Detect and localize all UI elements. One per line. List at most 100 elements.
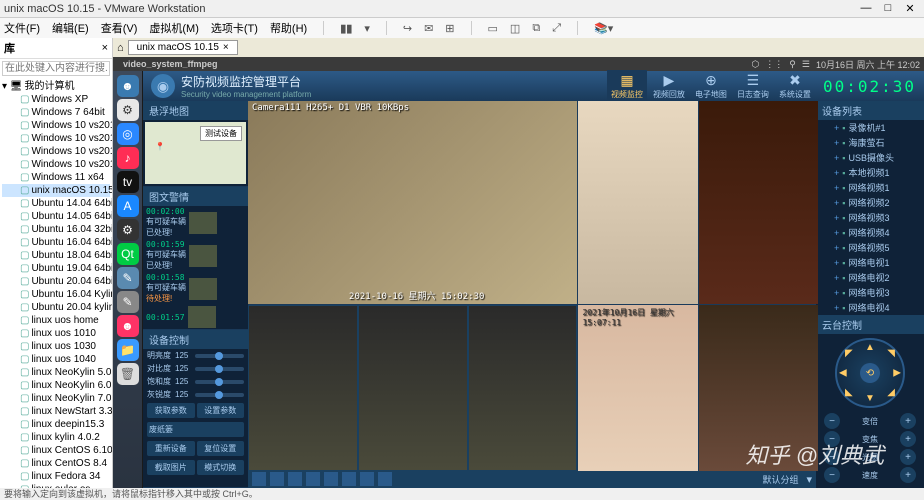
device-item[interactable]: +▪ 网络视频5	[816, 240, 924, 255]
alert-item[interactable]: 00:02:00有可疑车辆已处理!	[143, 206, 248, 239]
tab-close-icon[interactable]: ×	[223, 42, 229, 53]
mac-control-icon[interactable]: ☰	[802, 59, 810, 70]
mac-search-icon[interactable]: ⚲	[789, 59, 796, 70]
minimize-button[interactable]: —	[856, 2, 876, 15]
vm-tree-item[interactable]: ▢ Ubuntu 16.04 64bit	[2, 236, 110, 249]
nav-日志查询[interactable]: ☰日志查询	[733, 70, 773, 102]
nav-系统设置[interactable]: ✖系统设置	[775, 70, 815, 102]
device-item[interactable]: +▪ 海康萤石	[816, 135, 924, 150]
menu-help[interactable]: 帮助(H)	[270, 20, 307, 36]
maximize-button[interactable]: □	[878, 2, 898, 15]
dock-app-icon[interactable]: ✎	[117, 291, 139, 313]
mac-wifi-icon[interactable]: ⋮⋮	[765, 59, 783, 70]
vm-tree-item[interactable]: ▢ Windows 11 x64	[2, 171, 110, 184]
vm-tree-item[interactable]: ▢ linux NewStart 3.3	[2, 405, 110, 418]
toolbar-group[interactable]: 默认分组	[762, 473, 798, 486]
video-cell-3[interactable]	[699, 101, 818, 304]
menu-file[interactable]: 文件(F)	[4, 20, 40, 36]
reset-settings-button[interactable]: 复位设置	[197, 441, 245, 456]
dock-sysprefs-icon[interactable]: ⚙	[117, 219, 139, 241]
dock-folder-icon[interactable]: 📁	[117, 339, 139, 361]
vm-tree-item[interactable]: ▢ Ubuntu 16.04 32bit	[2, 223, 110, 236]
device-item[interactable]: +▪ 网络电视2	[816, 270, 924, 285]
snapshot-icon[interactable]: ✉	[424, 22, 433, 35]
send-icon[interactable]: ↪	[403, 22, 412, 35]
vm-tree-item[interactable]: ▢ linux uos 1040	[2, 353, 110, 366]
alert-item[interactable]: 00:01:58有可疑车辆待处理!	[143, 272, 248, 305]
ptz-minus-button[interactable]: −	[824, 467, 840, 483]
menu-view[interactable]: 查看(V)	[101, 20, 138, 36]
ptz-plus-button[interactable]: +	[900, 431, 916, 447]
unity-icon[interactable]: ◫	[510, 22, 520, 35]
vm-tree-item[interactable]: ▢ linux CentOS 8.4	[2, 457, 110, 470]
video-cell-5[interactable]	[248, 305, 577, 471]
layout-16-icon[interactable]	[342, 472, 356, 486]
layout-more-icon[interactable]	[378, 472, 392, 486]
ptz-upright-icon[interactable]: ◥	[887, 348, 895, 359]
tree-root[interactable]: ▾ 🖥 我的计算机	[2, 80, 110, 93]
mode-switch-button[interactable]: 模式切换	[197, 460, 245, 475]
stretch-icon[interactable]: ⤢	[552, 22, 561, 35]
fullscreen-icon[interactable]: ▭	[488, 22, 498, 35]
vm-tree[interactable]: ▾ 🖥 我的计算机 ▢ Windows XP▢ Windows 7 64bit▢…	[0, 78, 112, 488]
close-button[interactable]: ✕	[900, 2, 920, 15]
device-item[interactable]: +▪ 本地视频1	[816, 165, 924, 180]
dock-safari-icon[interactable]: ◎	[117, 123, 139, 145]
ptz-left-icon[interactable]: ◀	[839, 368, 847, 379]
layout-25-icon[interactable]	[360, 472, 374, 486]
pause-icon[interactable]: ▮▮	[340, 22, 352, 35]
ptz-up-icon[interactable]: ▲	[865, 342, 875, 353]
vm-tree-item[interactable]: ▢ Ubuntu 16.04 Kylin	[2, 288, 110, 301]
slider-灰锐度[interactable]: 灰锐度125	[143, 388, 248, 401]
set-params-button[interactable]: 设置参数	[197, 403, 245, 418]
vm-tree-item[interactable]: ▢ unix macOS 10.15	[2, 184, 110, 197]
dock-finder-icon[interactable]: ☻	[117, 75, 139, 97]
vm-tree-item[interactable]: ▢ linux Fedora 34	[2, 470, 110, 483]
dock-qt-icon[interactable]: Qt	[117, 243, 139, 265]
ptz-downright-icon[interactable]: ◢	[887, 387, 895, 398]
dock-terminal-icon[interactable]: ✎	[117, 267, 139, 289]
library-icon[interactable]: 📚▾	[594, 22, 613, 35]
ptz-plus-button[interactable]: +	[900, 413, 916, 429]
ptz-minus-button[interactable]: −	[824, 449, 840, 465]
layout-9-icon[interactable]	[324, 472, 338, 486]
ptz-upleft-icon[interactable]: ◤	[845, 348, 853, 359]
layout-1-icon[interactable]	[252, 472, 266, 486]
vm-tree-item[interactable]: ▢ Windows 10 vs2010	[2, 119, 110, 132]
vm-tree-item[interactable]: ▢ Windows 10 vs2019	[2, 158, 110, 171]
dock-music-icon[interactable]: ♪	[117, 147, 139, 169]
vm-tree-item[interactable]: ▢ linux uos 1010	[2, 327, 110, 340]
video-cell-6[interactable]	[699, 305, 818, 471]
dock-appstore-icon[interactable]: A	[117, 195, 139, 217]
menu-edit[interactable]: 编辑(E)	[52, 20, 89, 36]
ptz-downleft-icon[interactable]: ◣	[845, 387, 853, 398]
snapshot-mgr-icon[interactable]: ⊞	[445, 22, 454, 35]
ptz-plus-button[interactable]: +	[900, 449, 916, 465]
vm-tree-item[interactable]: ▢ linux NeoKylin 7.0	[2, 392, 110, 405]
seamless-icon[interactable]: ⧉	[532, 22, 540, 35]
nav-视频监控[interactable]: ▦视频监控	[607, 70, 647, 102]
slider-对比度[interactable]: 对比度125	[143, 362, 248, 375]
video-cell-2[interactable]	[578, 101, 697, 304]
mac-indicator-icon[interactable]: ⬡	[751, 59, 759, 70]
vm-tree-item[interactable]: ▢ linux deepin15.3	[2, 418, 110, 431]
mac-app-name[interactable]: video_system_ffmpeg	[123, 59, 218, 69]
vm-tree-item[interactable]: ▢ linux NeoKylin 5.0	[2, 366, 110, 379]
video-cell-main[interactable]: Camera111 H265+ D1 VBR 10KBps 2021-10-16…	[248, 101, 577, 304]
ptz-down-icon[interactable]: ▼	[865, 393, 875, 404]
nav-电子地图[interactable]: ⊕电子地图	[691, 70, 731, 102]
map-device-button[interactable]: 测试设备	[200, 126, 242, 141]
vm-tree-item[interactable]: ▢ Ubuntu 18.04 64bit	[2, 249, 110, 262]
vm-tree-item[interactable]: ▢ linux uos home	[2, 314, 110, 327]
vm-tree-item[interactable]: ▢ linux kylin 4.0.2	[2, 431, 110, 444]
vm-tree-item[interactable]: ▢ Windows 10 vs2015	[2, 132, 110, 145]
dock-trash-icon[interactable]: 🗑	[117, 363, 139, 385]
chevron-down-icon[interactable]: ▾	[806, 473, 812, 486]
device-item[interactable]: +▪ USB摄像头	[816, 150, 924, 165]
device-item[interactable]: +▪ 网络视频3	[816, 210, 924, 225]
vm-tree-item[interactable]: ▢ Ubuntu 14.05 64bit	[2, 210, 110, 223]
vm-tree-item[interactable]: ▢ linux uos 1030	[2, 340, 110, 353]
ptz-right-icon[interactable]: ▶	[893, 368, 901, 379]
dock-app2-icon[interactable]: ☻	[117, 315, 139, 337]
device-item[interactable]: +▪ 网络电视1	[816, 255, 924, 270]
